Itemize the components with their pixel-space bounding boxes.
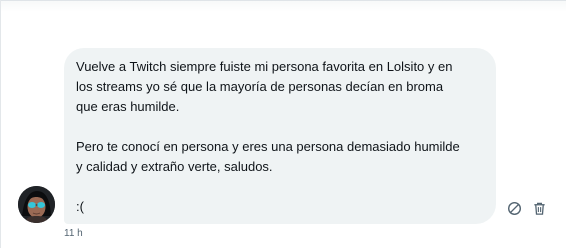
avatar[interactable] <box>18 186 55 223</box>
header-divider <box>0 0 566 12</box>
delete-button[interactable] <box>529 198 549 218</box>
message-timestamp: 11 h <box>64 228 83 239</box>
message-bubble[interactable]: Vuelve a Twitch siempre fuiste mi person… <box>64 48 496 224</box>
report-button[interactable] <box>504 198 524 218</box>
trash-icon <box>533 202 545 215</box>
block-icon <box>507 201 521 215</box>
panel-border <box>0 0 1 248</box>
avatar-image <box>18 186 55 223</box>
message-line: Vuelve a Twitch siempre fuiste mi person… <box>76 59 453 74</box>
message-line: :( <box>76 199 84 214</box>
message-line: que eras humilde. <box>76 99 180 114</box>
message-line: Pero te conocí en persona y eres una per… <box>76 139 460 154</box>
message-line: los streams yo sé que la mayoría de pers… <box>76 79 444 94</box>
message-line: y calidad y extraño verte, saludos. <box>76 159 273 174</box>
dm-conversation-view: Vuelve a Twitch siempre fuiste mi person… <box>0 0 566 248</box>
